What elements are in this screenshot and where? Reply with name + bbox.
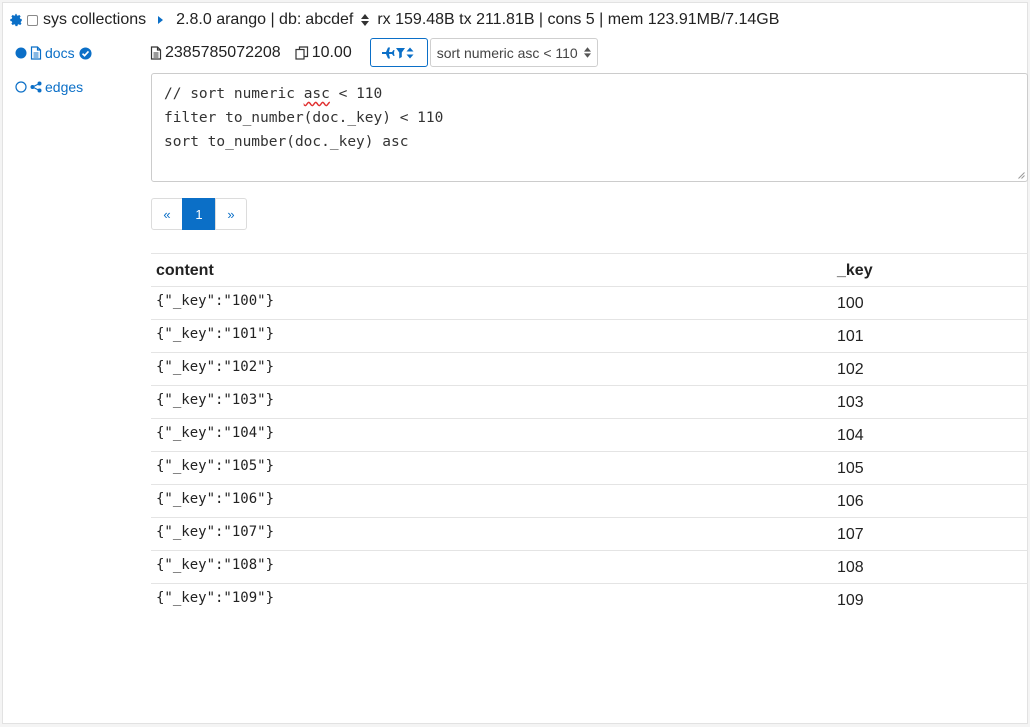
content-cell: {"_key":"104"} — [156, 425, 275, 441]
sys-collections-label: sys collections — [43, 11, 147, 28]
db-select[interactable]: abcdef — [305, 11, 377, 29]
document-icon — [150, 45, 162, 60]
server-stats: rx 159.48B tx 211.81B | cons 5 | mem 123… — [377, 11, 780, 28]
saved-query-select[interactable]: sort numeric asc < 110 — [429, 38, 598, 67]
sidebar-item-label: edges — [45, 79, 84, 95]
column-header-content[interactable]: content — [151, 262, 833, 280]
key-cell: 105 — [837, 460, 864, 477]
size-value-text: 10.00 — [311, 43, 352, 61]
table-row[interactable]: {"_key":"104"} 104 — [151, 418, 1028, 451]
content-cell: {"_key":"108"} — [156, 557, 275, 573]
top-bar: sys collections 2.8.0 arango | db: abcde… — [9, 9, 779, 31]
pagination: « 1 » — [151, 198, 247, 230]
radio-empty-icon[interactable] — [15, 81, 27, 93]
doc-count-value: 2385785072208 — [165, 43, 281, 61]
version-db-label: 2.8.0 arango | db: — [176, 11, 302, 28]
key-cell: 107 — [837, 526, 864, 543]
select-arrows-icon — [583, 47, 591, 58]
query-line-text: < 110 — [329, 86, 383, 102]
copy-icon — [295, 45, 309, 60]
prev-page-button[interactable]: « — [151, 198, 183, 230]
db-select-value: abcdef — [305, 11, 354, 28]
key-cell: 104 — [837, 427, 864, 444]
table-row[interactable]: {"_key":"101"} 101 — [151, 319, 1028, 352]
content-cell: {"_key":"103"} — [156, 392, 275, 408]
content-cell: {"_key":"106"} — [156, 491, 275, 507]
content-cell: {"_key":"101"} — [156, 326, 275, 342]
key-cell: 106 — [837, 493, 864, 510]
gear-icon[interactable] — [9, 13, 23, 27]
share-icon — [30, 81, 42, 93]
key-cell: 100 — [837, 295, 864, 312]
query-line-text: // sort numeric — [164, 86, 304, 102]
key-cell: 103 — [837, 394, 864, 411]
radio-filled-icon[interactable] — [15, 47, 27, 59]
content-cell: {"_key":"107"} — [156, 524, 275, 540]
query-line: // sort numeric asc < 110 — [164, 82, 1015, 106]
select-arrows-icon — [361, 14, 370, 26]
sidebar-item-docs[interactable]: docs — [15, 43, 95, 63]
document-icon — [30, 46, 42, 60]
caret-right-icon[interactable] — [158, 15, 164, 25]
query-line: filter to_number(doc._key) < 110 — [164, 110, 444, 126]
table-row[interactable]: {"_key":"100"} 100 — [151, 286, 1028, 319]
key-cell: 108 — [837, 559, 864, 576]
content-cell: {"_key":"100"} — [156, 293, 275, 309]
size-value: 10.00 — [295, 44, 352, 62]
next-page-button[interactable]: » — [215, 198, 247, 230]
table-header: content _key — [151, 253, 1028, 286]
current-page-button[interactable]: 1 — [182, 198, 216, 230]
content-cell: {"_key":"102"} — [156, 359, 275, 375]
table-row[interactable]: {"_key":"103"} 103 — [151, 385, 1028, 418]
sidebar: docs edges — [15, 43, 95, 97]
app-frame: sys collections 2.8.0 arango | db: abcde… — [2, 2, 1028, 724]
table-row[interactable]: {"_key":"109"} 109 — [151, 583, 1028, 616]
query-editor[interactable]: // sort numeric asc < 110 filter to_numbe… — [151, 73, 1028, 182]
table-row[interactable]: {"_key":"107"} 107 — [151, 517, 1028, 550]
table-row[interactable]: {"_key":"106"} 106 — [151, 484, 1028, 517]
saved-query-select-value: sort numeric asc < 110 — [436, 44, 578, 61]
key-cell: 101 — [837, 328, 864, 345]
query-line: sort to_number(doc._key) asc — [164, 134, 409, 150]
run-filter-sort-button[interactable] — [369, 38, 428, 67]
results-table: content _key {"_key":"100"} 100 {"_key":"1… — [151, 253, 1028, 616]
resize-handle-icon[interactable] — [1017, 171, 1025, 179]
check-circle-icon — [79, 46, 92, 60]
content-cell: {"_key":"105"} — [156, 458, 275, 474]
key-cell: 109 — [837, 592, 864, 609]
table-row[interactable]: {"_key":"102"} 102 — [151, 352, 1028, 385]
table-row[interactable]: {"_key":"108"} 108 — [151, 550, 1028, 583]
sidebar-item-label: docs — [45, 45, 75, 61]
plane-filter-sort-icon — [381, 47, 416, 59]
content-cell: {"_key":"109"} — [156, 590, 275, 606]
table-row[interactable]: {"_key":"105"} 105 — [151, 451, 1028, 484]
table-body: {"_key":"100"} 100 {"_key":"101"} 101 {"_key… — [151, 286, 1028, 616]
sidebar-item-edges[interactable]: edges — [15, 77, 95, 97]
key-cell: 102 — [837, 361, 864, 378]
query-toolbar: 2385785072208 10.00 sort numeric asc < 1… — [150, 37, 598, 68]
sys-collections-checkbox[interactable] — [27, 14, 38, 26]
spellcheck-flagged-word: asc — [303, 86, 330, 102]
doc-count: 2385785072208 — [150, 44, 281, 62]
column-header-key[interactable]: _key — [833, 262, 873, 280]
